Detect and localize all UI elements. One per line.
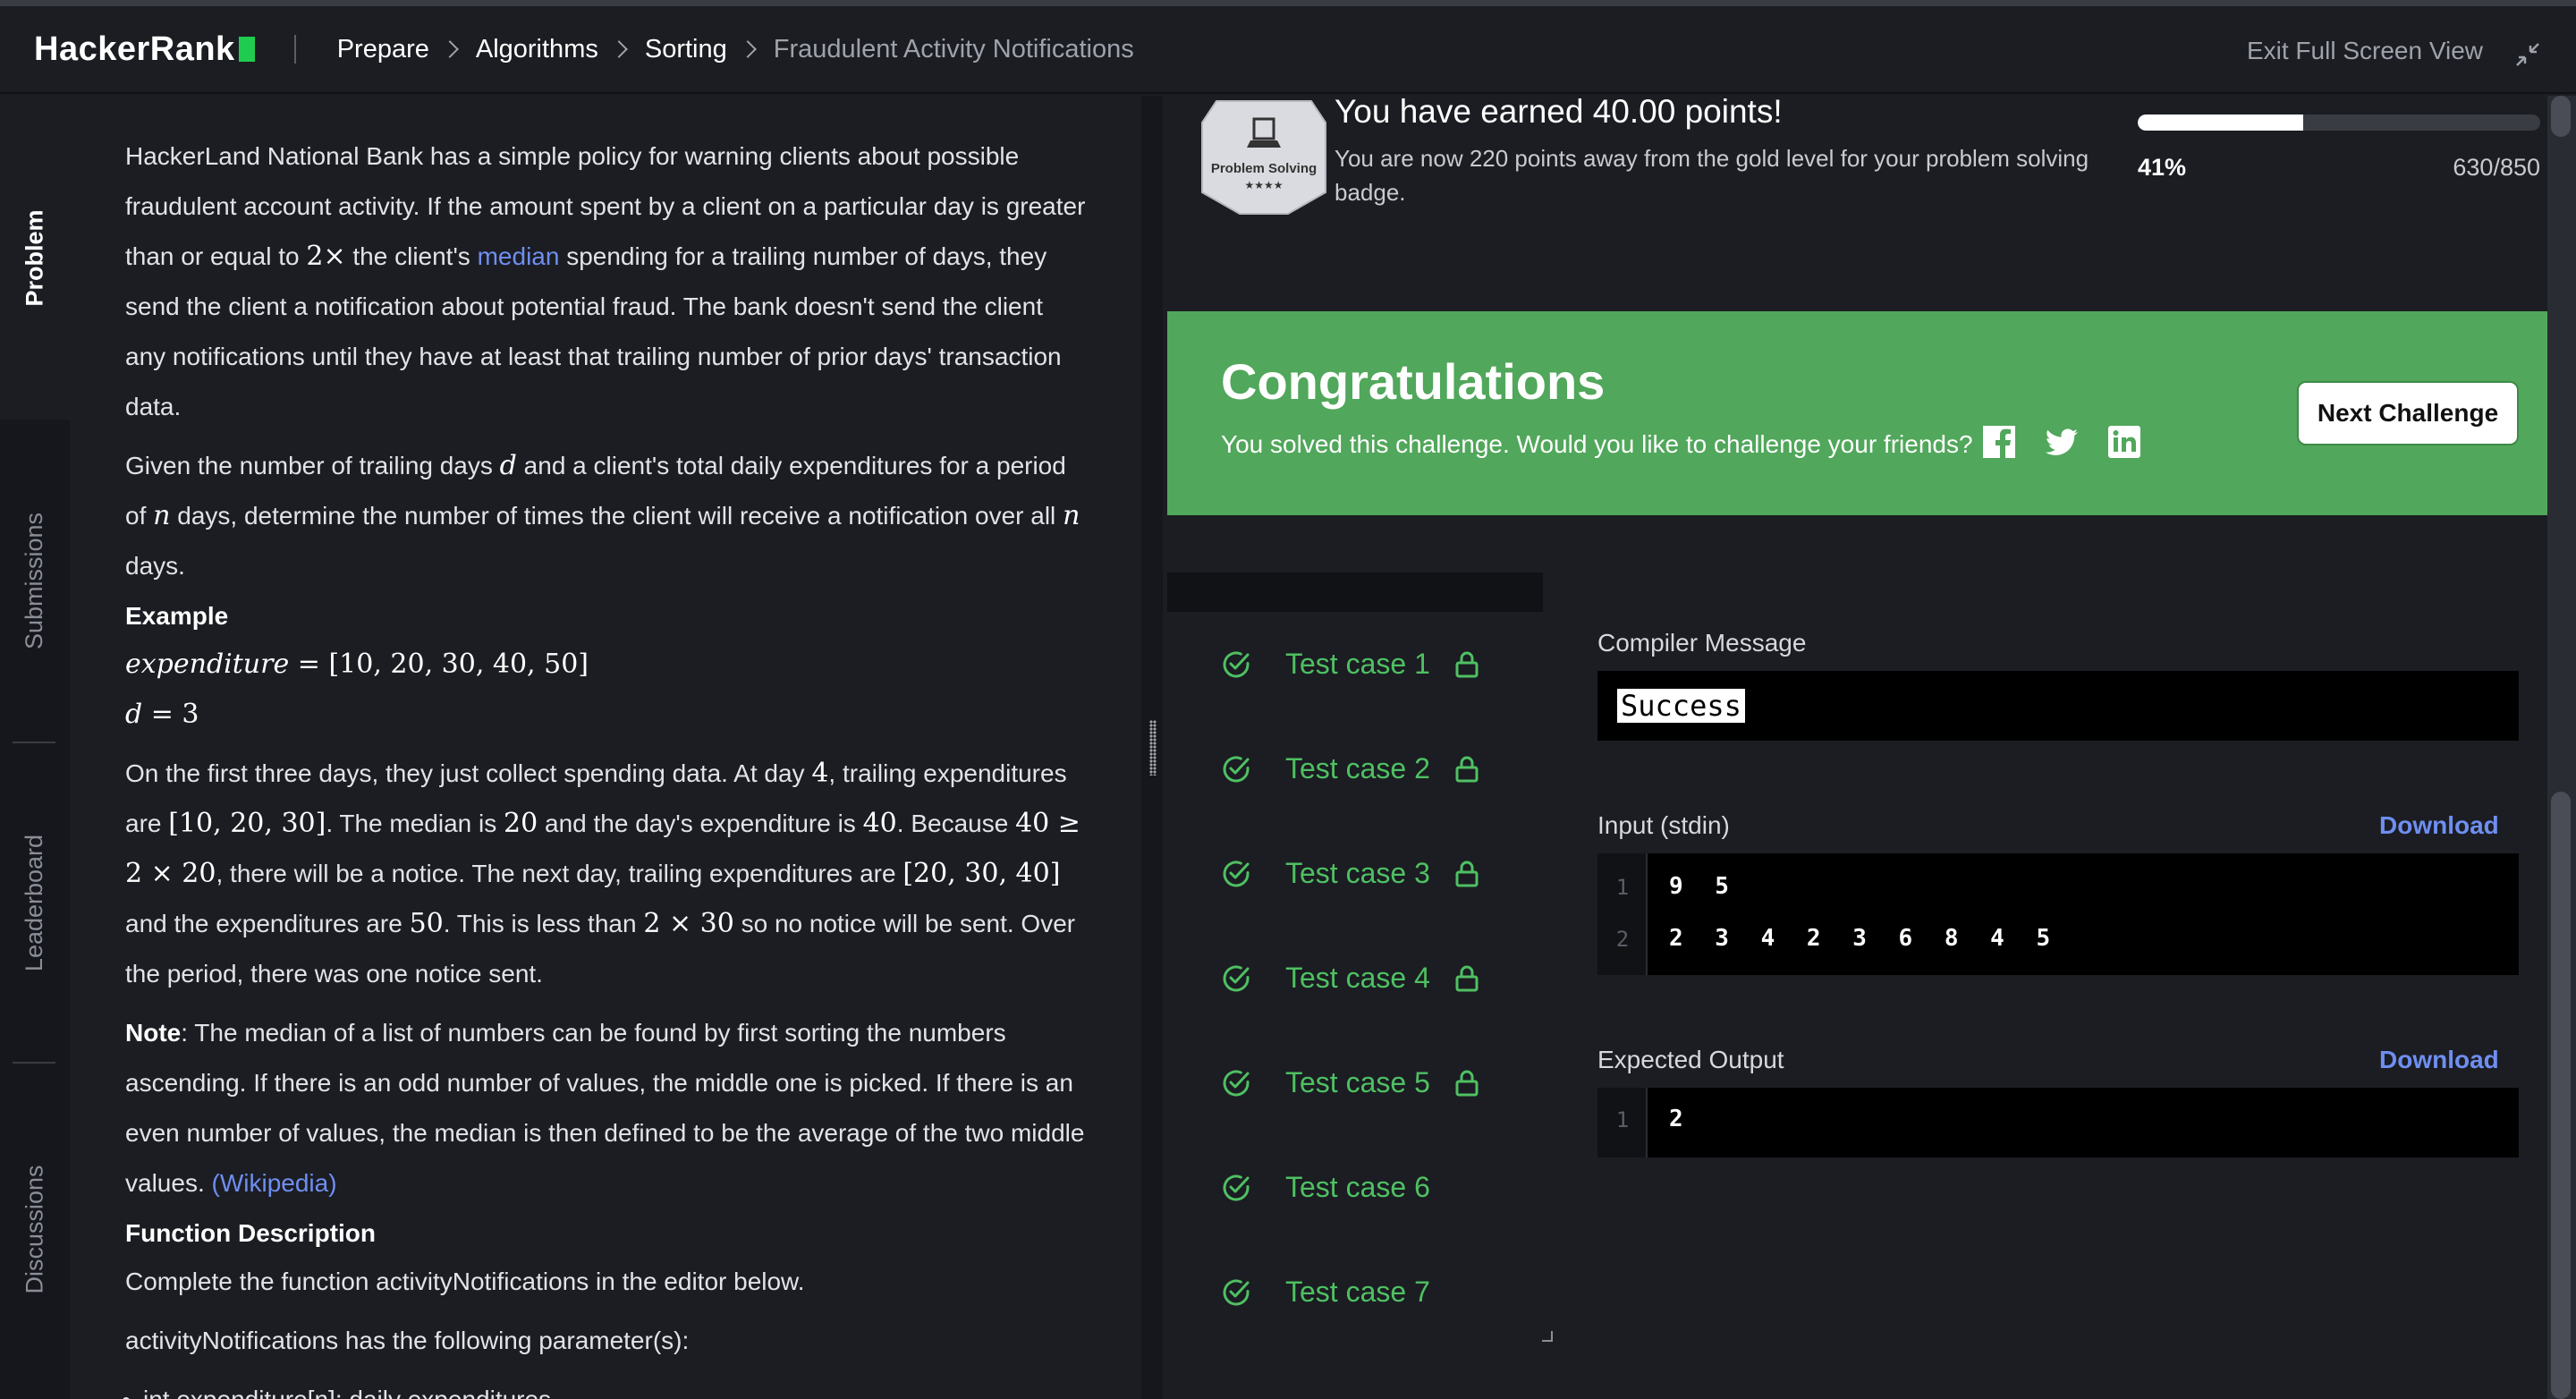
expected-output-label: Expected Output	[1597, 1046, 1784, 1073]
badge-stars: ★★★★	[1244, 179, 1283, 191]
badge-progress-points: 630/850	[2453, 154, 2540, 181]
line-number: 1	[1615, 1107, 1630, 1132]
tab-problem[interactable]: Problem	[0, 96, 70, 420]
function-description-text: Complete the function activityNotificati…	[125, 1268, 805, 1295]
twitter-icon[interactable]	[2044, 424, 2080, 460]
compiler-message-box: Success	[1597, 671, 2519, 741]
points-earned-title: You have earned 40.00 points!	[1335, 93, 1783, 130]
resize-grip-icon[interactable]	[1149, 720, 1157, 776]
problem-paragraph-3: On the first three days, they just colle…	[125, 758, 1080, 988]
line-number: 2	[1615, 927, 1630, 952]
param-item: int expenditure[n]: daily expenditures	[143, 1375, 1088, 1399]
test-case-item[interactable]: Test case 1	[1221, 648, 1480, 681]
download-input-link[interactable]: Download	[2379, 811, 2499, 840]
hackerrank-logo[interactable]: HackerRank	[34, 30, 255, 69]
lock-icon	[1455, 1070, 1479, 1096]
line-gutter	[1597, 853, 1648, 975]
test-case-label: Test case 3	[1285, 857, 1430, 889]
next-challenge-button[interactable]: Next Challenge	[2297, 381, 2519, 445]
test-case-label: Test case 6	[1285, 1171, 1430, 1203]
lock-icon	[1455, 861, 1479, 886]
example-heading: Example	[125, 602, 229, 630]
tab-leaderboard[interactable]: Leaderboard	[0, 743, 70, 1062]
breadcrumb-prepare[interactable]: Prepare	[337, 35, 429, 64]
problem-paragraph-2: Given the number of trailing days d and …	[125, 450, 1080, 580]
test-case-label: Test case 4	[1285, 962, 1430, 994]
top-header: HackerRank Prepare Algorithms Sorting Fr…	[0, 6, 2576, 94]
window-top-strip	[0, 0, 2576, 6]
chevron-right-icon	[609, 40, 628, 58]
congrats-title: Congratulations	[1221, 353, 1606, 410]
line-number: 1	[1615, 875, 1630, 900]
logo-block-icon	[238, 37, 255, 62]
badge-progress-percent: 41%	[2138, 154, 2187, 181]
example-expenditure: expenditure = [10, 20, 30, 40, 50]	[125, 649, 589, 680]
input-line: 2 3 4 2 3 6 8 4 5	[1669, 925, 2060, 952]
right-scrollbar-thumb[interactable]	[2551, 792, 2571, 1399]
chevron-right-icon	[738, 40, 757, 58]
check-circle-icon	[1223, 860, 1250, 886]
lock-icon	[1455, 965, 1479, 991]
test-case-item[interactable]: Test case 6	[1221, 1171, 1430, 1204]
collapse-icon[interactable]	[2513, 40, 2542, 69]
example-d: d = 3	[125, 699, 199, 730]
breadcrumb-sorting[interactable]: Sorting	[645, 35, 727, 64]
check-circle-icon	[1223, 1174, 1250, 1200]
compiler-message-text: Success	[1615, 687, 1747, 725]
points-away-text: You are now 220 points away from the gol…	[1335, 145, 2089, 206]
test-case-list-header	[1167, 572, 1543, 612]
tab-submissions[interactable]: Submissions	[0, 420, 70, 742]
badge-progress-fill	[2138, 114, 2303, 131]
check-circle-icon	[1223, 1069, 1250, 1096]
expected-line: 2	[1669, 1106, 1692, 1132]
badge-label: Problem Solving	[1211, 161, 1317, 176]
breadcrumb-current: Fraudulent Activity Notifications	[773, 34, 1134, 64]
download-expected-link[interactable]: Download	[2379, 1046, 2499, 1074]
function-description-heading: Function Description	[125, 1219, 376, 1247]
test-case-item[interactable]: Test case 2	[1221, 752, 1480, 785]
congratulations-banner: Congratulations You solved this challeng…	[1167, 311, 2573, 515]
check-circle-icon	[1223, 964, 1250, 991]
expected-output-box: 1 2	[1597, 1088, 2519, 1157]
check-circle-icon	[1223, 650, 1250, 677]
wikipedia-link[interactable]: (Wikipedia)	[212, 1169, 337, 1197]
right-scrollbar-top[interactable]	[2551, 96, 2571, 137]
note-paragraph: Note: The median of a list of numbers ca…	[125, 1019, 1085, 1197]
test-case-label: Test case 5	[1285, 1066, 1430, 1098]
problem-paragraph-1: HackerLand National Bank has a simple po…	[125, 142, 1086, 420]
function-params-text: activityNotifications has the following …	[125, 1327, 690, 1354]
problem-solving-badge: Problem Solving ★★★★	[1201, 100, 1326, 215]
congrats-subtitle: You solved this challenge. Would you lik…	[1221, 430, 1973, 458]
test-case-list: Test case 1 Test case 2 Test case 3 Test ca…	[1167, 612, 1543, 1345]
check-circle-icon	[1223, 1278, 1250, 1305]
header-separator	[293, 35, 296, 64]
resize-corner-icon[interactable]	[1542, 1331, 1553, 1342]
problem-statement: HackerLand National Bank has a simple po…	[70, 96, 1141, 1399]
param-list: int expenditure[n]: daily expenditures	[143, 1375, 1088, 1399]
test-case-label: Test case 7	[1285, 1276, 1430, 1308]
badge-progress-bar	[2138, 114, 2540, 131]
check-circle-icon	[1223, 755, 1250, 782]
lock-icon	[1455, 756, 1479, 782]
tab-discussions[interactable]: Discussions	[0, 1064, 70, 1395]
linkedin-icon[interactable]	[2106, 424, 2142, 460]
median-link[interactable]: median	[478, 242, 560, 270]
input-code-box: 1 2 9 5 2 3 4 2 3 6 8 4 5	[1597, 853, 2519, 975]
test-case-label: Test case 1	[1285, 648, 1430, 680]
test-case-item[interactable]: Test case 5	[1221, 1066, 1480, 1099]
breadcrumb-algorithms[interactable]: Algorithms	[476, 35, 598, 64]
test-case-label: Test case 2	[1285, 752, 1430, 784]
test-case-item[interactable]: Test case 3	[1221, 857, 1480, 890]
chevron-right-icon	[440, 40, 459, 58]
input-stdin-label: Input (stdin)	[1597, 811, 1730, 839]
lock-icon	[1455, 651, 1479, 677]
vertical-side-nav: Problem Submissions Leaderboard Discussi…	[0, 96, 70, 1399]
test-case-item[interactable]: Test case 4	[1221, 962, 1480, 995]
compiler-message-label: Compiler Message	[1597, 629, 1807, 657]
test-case-item[interactable]: Test case 7	[1221, 1276, 1430, 1309]
facebook-icon[interactable]	[1981, 424, 2017, 460]
exit-fullscreen-link[interactable]: Exit Full Screen View	[2247, 37, 2483, 65]
input-line: 9 5	[1669, 873, 1738, 900]
